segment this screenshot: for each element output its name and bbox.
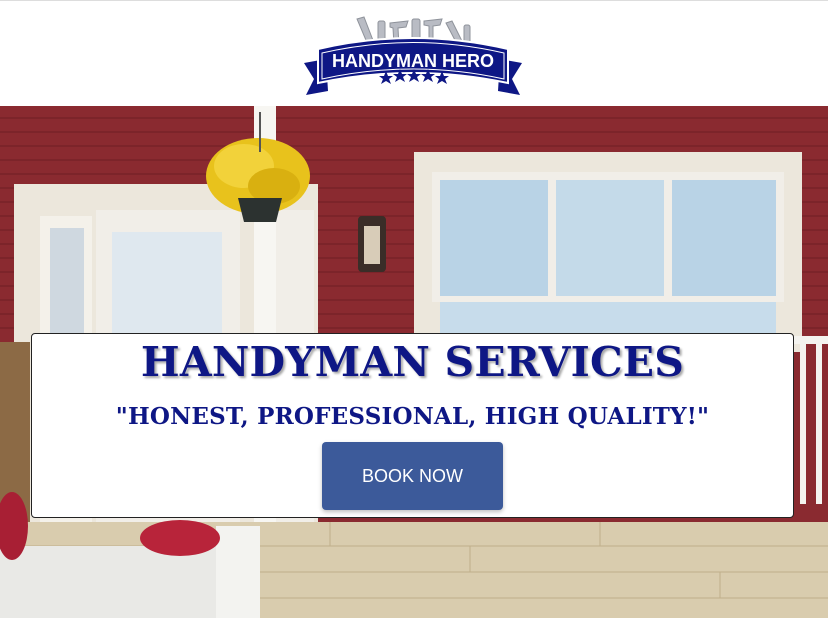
hero-card: HANDYMAN SERVICES "HONEST, PROFESSIONAL,… [31,333,794,518]
handyman-hero-logo-icon: HANDYMAN HERO [304,16,522,95]
site-header: HANDYMAN HERO [0,0,828,106]
book-now-button[interactable]: BOOK NOW [322,442,503,510]
hero-section: HANDYMAN SERVICES "HONEST, PROFESSIONAL,… [0,106,828,618]
hero-tagline: "HONEST, PROFESSIONAL, HIGH QUALITY!" [115,403,710,430]
brand-logo[interactable]: HANDYMAN HERO [302,13,524,99]
logo-text: HANDYMAN HERO [332,51,494,71]
hero-title: HANDYMAN SERVICES [140,338,685,386]
